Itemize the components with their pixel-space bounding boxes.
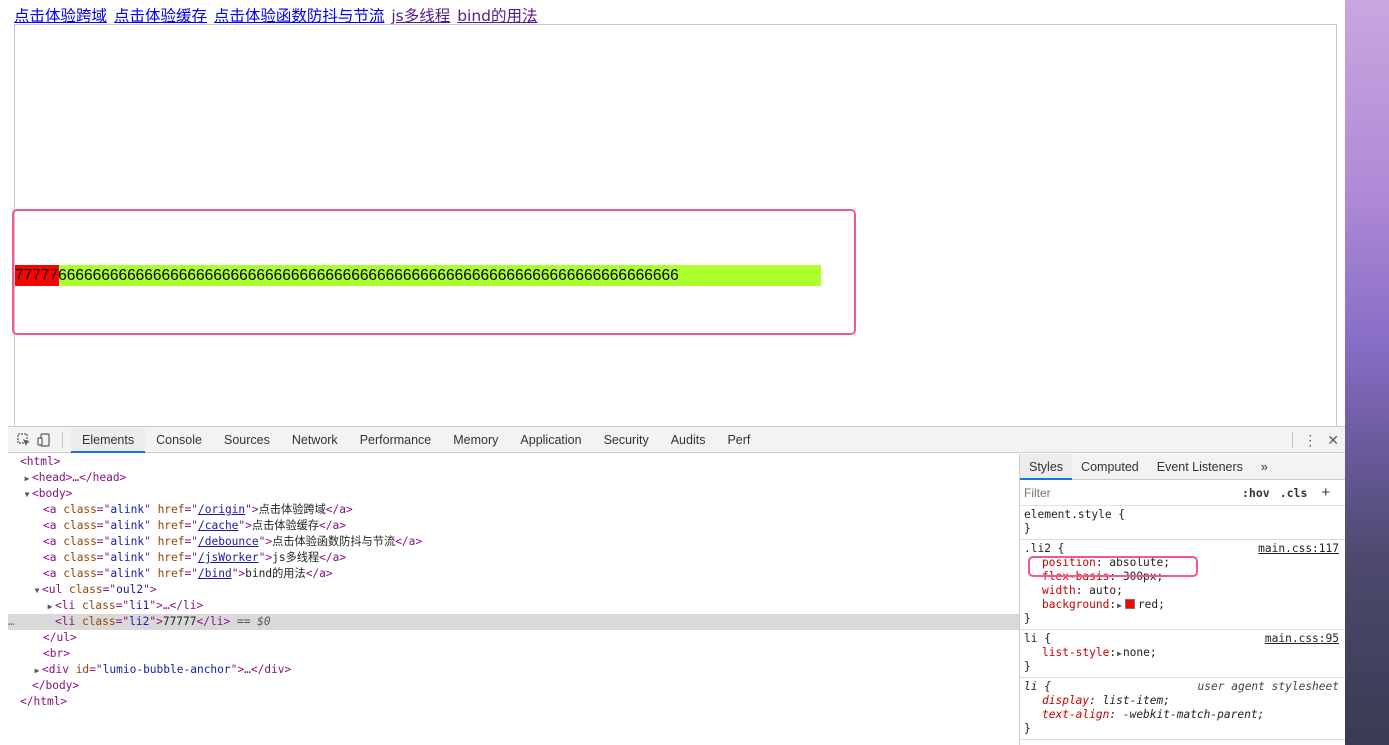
styles-tabs: Styles Computed Event Listeners »	[1020, 454, 1345, 480]
css-property[interactable]: text-align: -webkit-match-parent;	[1024, 708, 1341, 722]
tag-body: <body>	[32, 487, 73, 500]
expand-triangle-icon[interactable]: ▶	[32, 663, 42, 679]
collapse-triangle-icon[interactable]: ▼	[22, 487, 32, 503]
tree-line-html-close[interactable]: </html>	[8, 694, 1019, 710]
page-viewport: 点击体验跨域 点击体验缓存 点击体验函数防抖与节流 js多线程 bind的用法 …	[8, 0, 1345, 426]
annotation-highlight-position	[1028, 556, 1198, 577]
tag-html: <html>	[20, 455, 61, 468]
tree-line-li1[interactable]: ▶ <li class="li1">…</li>	[8, 598, 1019, 614]
collapse-triangle-icon[interactable]: ▼	[32, 583, 42, 599]
tab-audits[interactable]: Audits	[660, 427, 717, 453]
tree-line-anchor[interactable]: <a class="alink" href="/debounce">点击体验函数…	[8, 534, 1019, 550]
desktop-wallpaper	[1345, 0, 1389, 745]
tag-head: <head>…</head>	[32, 471, 127, 484]
tree-line-head[interactable]: ▶ <head>…</head>	[8, 470, 1019, 486]
css-property[interactable]: width: auto;	[1024, 584, 1341, 598]
rule-source-link[interactable]: main.css:95	[1265, 632, 1339, 646]
tab-network[interactable]: Network	[281, 427, 349, 453]
href-link[interactable]: /debounce	[198, 535, 259, 548]
devtools-panel: Elements Console Sources Network Perform…	[8, 426, 1345, 745]
tree-line-br[interactable]: <br>	[8, 646, 1019, 662]
new-rule-icon[interactable]: +	[1321, 484, 1330, 501]
href-link[interactable]: /origin	[198, 503, 245, 516]
href-link[interactable]: /bind	[198, 567, 232, 580]
styles-pane: Styles Computed Event Listeners » :hov .…	[1019, 454, 1345, 745]
expand-triangle-icon[interactable]: ▶	[1117, 647, 1122, 661]
link-jsworker[interactable]: js多线程	[391, 7, 450, 25]
rule-source-label: user agent stylesheet	[1197, 680, 1339, 693]
toolbar-right-actions: ⋮ ✕	[1292, 427, 1339, 453]
tab-performance[interactable]: Performance	[349, 427, 443, 453]
styles-filter-row: :hov .cls +	[1020, 480, 1345, 506]
tab-security[interactable]: Security	[593, 427, 660, 453]
tab-computed[interactable]: Computed	[1072, 454, 1148, 480]
page-links: 点击体验跨域 点击体验缓存 点击体验函数防抖与节流 js多线程 bind的用法	[14, 4, 540, 26]
rule-selector[interactable]: li {	[1024, 632, 1051, 645]
expand-triangle-icon[interactable]: ▶	[45, 599, 55, 615]
href-link[interactable]: /cache	[198, 519, 238, 532]
cls-toggle[interactable]: .cls	[1280, 486, 1308, 500]
tree-line-anchor[interactable]: <a class="alink" href="/cache">点击体验缓存</a…	[8, 518, 1019, 534]
link-origin[interactable]: 点击体验跨域	[14, 7, 107, 25]
rule-selector[interactable]: li {	[1024, 680, 1051, 693]
more-tabs-icon[interactable]: »	[1252, 454, 1277, 480]
expand-triangle-icon[interactable]: ▶	[22, 471, 32, 487]
selected-marker: == $0	[236, 615, 271, 628]
link-cache[interactable]: 点击体验缓存	[114, 7, 207, 25]
toolbar-separator	[1292, 432, 1294, 448]
rule-li2: .li2 {main.css:117 position: absolute; f…	[1020, 540, 1345, 630]
link-debounce[interactable]: 点击体验函数防抖与节流	[214, 7, 385, 25]
styles-filter-input[interactable]	[1024, 483, 1232, 502]
tab-event-listeners[interactable]: Event Listeners	[1148, 454, 1252, 480]
color-swatch[interactable]	[1124, 599, 1135, 609]
tree-line-ul[interactable]: ▼ <ul class="oul2">	[8, 582, 1019, 598]
tree-line-div[interactable]: ▶ <div id="lumio-bubble-anchor">…</div>	[8, 662, 1019, 678]
rule-li-user-agent: li { user agent stylesheet display: list-…	[1020, 678, 1345, 740]
tree-line-anchor[interactable]: <a class="alink" href="/origin">点击体验跨域</…	[8, 502, 1019, 518]
tree-line-body[interactable]: ▼ <body>	[8, 486, 1019, 502]
annotation-highlight-list	[12, 209, 856, 335]
css-property[interactable]: display: list-item;	[1024, 694, 1341, 708]
tab-perf[interactable]: Perf	[716, 427, 761, 453]
rule-li-main: li {main.css:95 list-style:▶none; }	[1020, 630, 1345, 678]
css-property[interactable]: list-style:▶none;	[1024, 646, 1341, 660]
device-toolbar-icon[interactable]	[34, 430, 54, 450]
tab-sources[interactable]: Sources	[213, 427, 281, 453]
inspect-element-icon[interactable]	[14, 430, 34, 450]
tab-console[interactable]: Console	[145, 427, 213, 453]
rule-element-style: element.style { }	[1020, 506, 1345, 540]
tree-line-html[interactable]: <html>	[8, 454, 1019, 470]
row-more-icon[interactable]: …	[8, 614, 15, 630]
tree-line-body-close[interactable]: </body>	[8, 678, 1019, 694]
hov-toggle[interactable]: :hov	[1242, 486, 1270, 500]
expand-triangle-icon[interactable]: ▶	[1117, 599, 1122, 613]
rule-selector[interactable]: element.style {	[1024, 508, 1341, 522]
tab-memory[interactable]: Memory	[442, 427, 509, 453]
tree-line-anchor[interactable]: <a class="alink" href="/jsWorker">js多线程<…	[8, 550, 1019, 566]
devtools-toolbar: Elements Console Sources Network Perform…	[8, 426, 1345, 453]
tree-line-li2-selected[interactable]: … <li class="li2">77777</li> == $0	[8, 614, 1019, 630]
toolbar-separator	[62, 431, 63, 448]
tab-application[interactable]: Application	[509, 427, 592, 453]
close-icon[interactable]: ✕	[1327, 432, 1339, 449]
link-bind[interactable]: bind的用法	[457, 7, 537, 25]
elements-tree: <html> ▶ <head>…</head> ▼ <body> <a class=…	[8, 454, 1019, 745]
tree-line-ul-close[interactable]: </ul>	[8, 630, 1019, 646]
tab-styles[interactable]: Styles	[1020, 454, 1073, 480]
tab-elements[interactable]: Elements	[71, 426, 146, 453]
rule-source-link[interactable]: main.css:117	[1258, 542, 1339, 556]
css-property[interactable]: background:▶ red;	[1024, 598, 1341, 612]
tree-line-anchor[interactable]: <a class="alink" href="/bind">bind的用法</a…	[8, 566, 1019, 582]
href-link[interactable]: /jsWorker	[198, 551, 259, 564]
rule-selector[interactable]: .li2 {	[1024, 542, 1064, 555]
more-options-icon[interactable]: ⋮	[1303, 432, 1317, 449]
